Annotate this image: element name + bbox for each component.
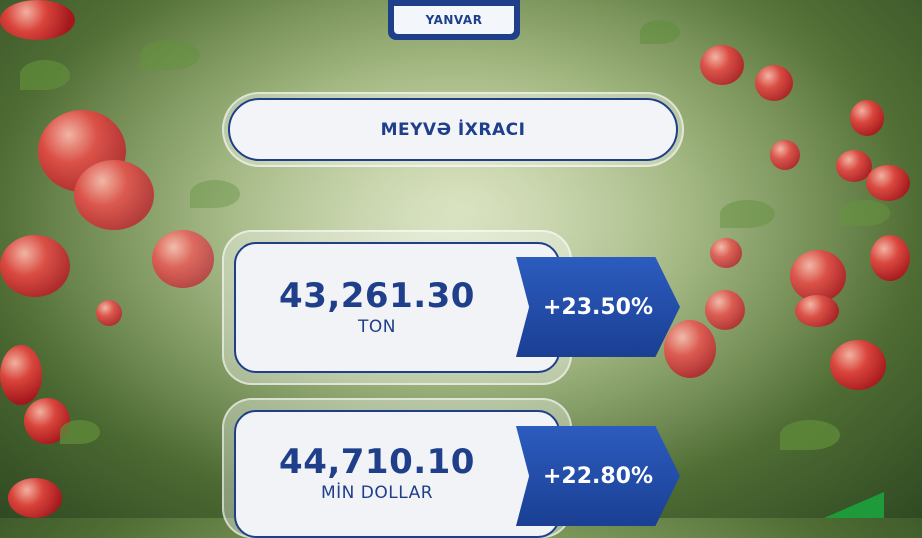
title-banner: MEYVƏ İXRACI [228, 98, 678, 161]
value-amount: 44,710.10 [279, 442, 475, 482]
tonnage-unit: TON [358, 316, 396, 337]
tonnage-value: 43,261.30 [279, 275, 475, 316]
tonnage-card: 43,261.30 TON [234, 242, 560, 373]
value-change-badge: +22.80% [516, 426, 680, 526]
green-corner-accent [824, 492, 884, 518]
month-label: YANVAR [394, 6, 514, 34]
value-card: 44,710.10 MİN DOLLAR [234, 410, 560, 538]
month-tab: YANVAR [388, 0, 520, 40]
tonnage-change-badge: +23.50% [516, 257, 680, 357]
value-unit: MİN DOLLAR [320, 483, 434, 503]
